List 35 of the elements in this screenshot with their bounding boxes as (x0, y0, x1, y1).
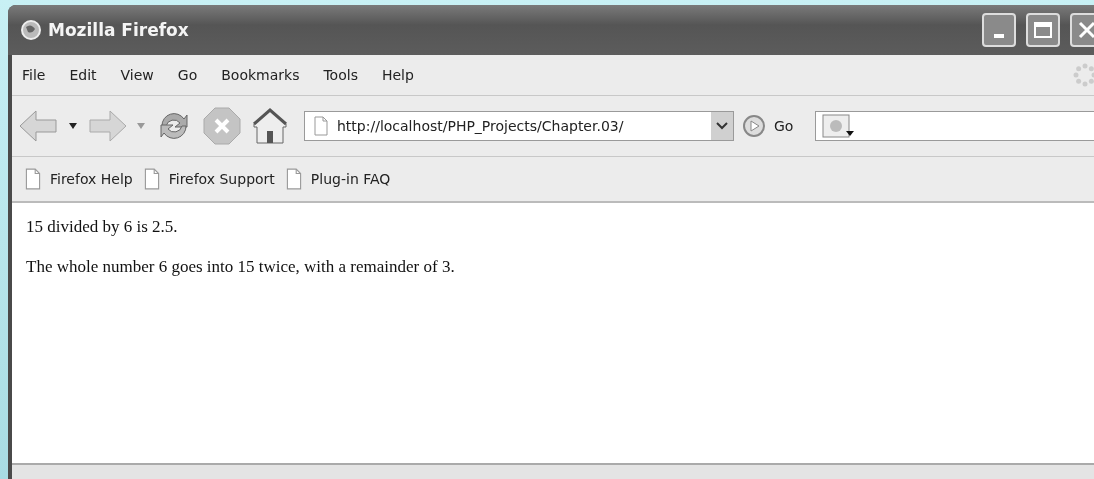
page-icon (313, 116, 329, 136)
bookmark-link[interactable]: Firefox Support (168, 171, 275, 187)
window-title: Mozilla Firefox (48, 20, 190, 40)
bookmark-link[interactable]: Firefox Help (50, 171, 133, 187)
close-button[interactable] (1070, 13, 1094, 47)
page-icon (24, 168, 42, 190)
home-button[interactable] (250, 106, 290, 146)
maximize-button[interactable] (1026, 13, 1060, 47)
menu-item[interactable]: Tools (311, 67, 370, 83)
close-icon (1077, 20, 1094, 40)
dropdown-button[interactable] (711, 112, 733, 140)
menu-item[interactable]: Bookmarks (209, 67, 312, 83)
throbber-icon (1072, 62, 1094, 88)
bookmark-link[interactable]: Plug-in FAQ (310, 171, 391, 187)
stop-button[interactable] (202, 106, 242, 146)
maximize-icon (1033, 21, 1053, 39)
page-icon (284, 168, 303, 190)
menu-item[interactable]: View (108, 67, 166, 83)
globe-icon (20, 19, 42, 41)
minimize-icon (994, 34, 1004, 38)
play-icon[interactable] (742, 114, 766, 138)
chevron-icon (716, 122, 728, 130)
search-engine-icon[interactable] (822, 114, 857, 138)
search-field[interactable] (815, 111, 1094, 141)
menu-item[interactable]: Go (165, 67, 210, 83)
menu-item[interactable]: Help (369, 67, 426, 83)
caret-icon[interactable] (68, 122, 78, 130)
page-icon (142, 168, 161, 190)
go-button[interactable]: Go (774, 118, 794, 134)
menu-item[interactable]: Edit (57, 67, 109, 83)
paragraph: The whole number 6 goes into 15 twice, with a remainder of 3. (26, 257, 456, 277)
paragraph: 15 divided by 6 is 2.5. (26, 217, 179, 237)
address-field[interactable]: http://localhost/PHP_Projects/Chapter.03/ (304, 111, 734, 141)
menu-item[interactable]: File (20, 67, 58, 83)
minimize-button[interactable] (982, 13, 1016, 47)
